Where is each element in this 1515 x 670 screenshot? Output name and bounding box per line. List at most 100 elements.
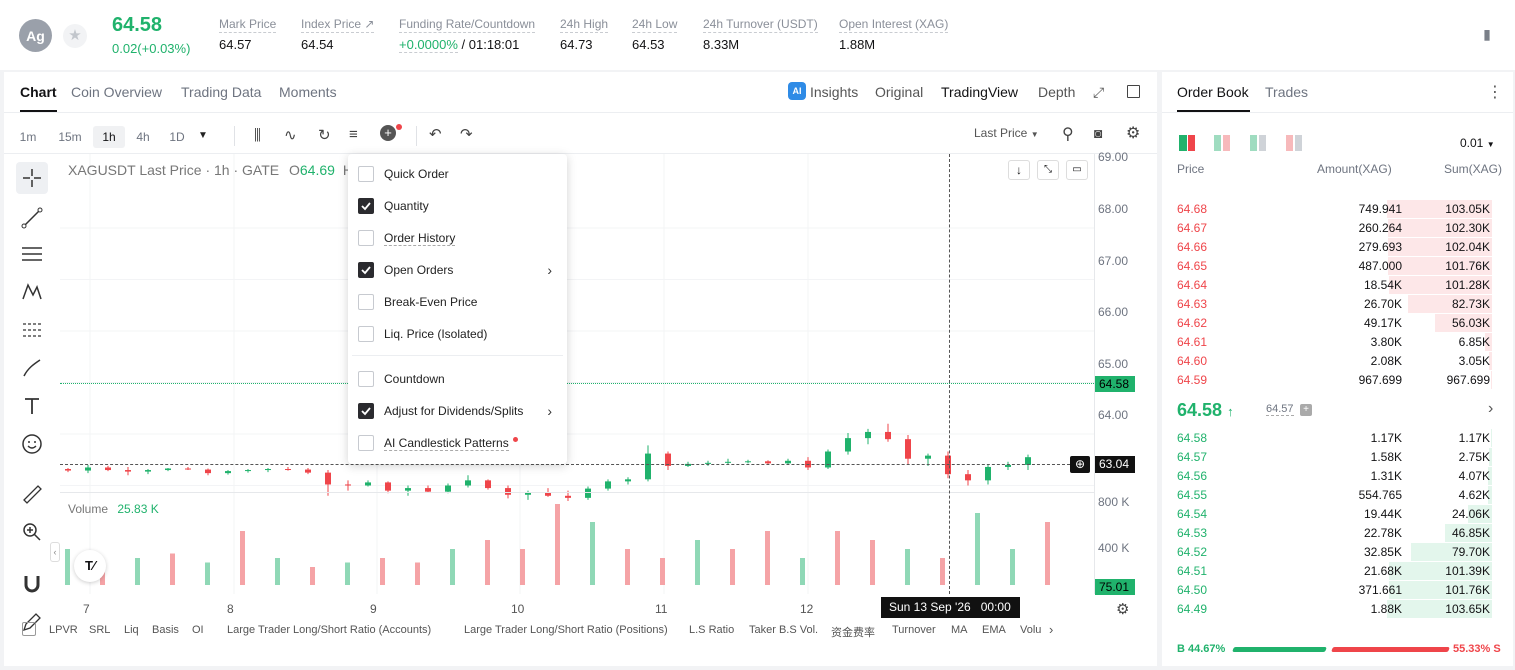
candle-type-icon[interactable]: ⫼ [254,127,261,144]
pattern-tool-icon[interactable] [16,276,48,308]
menu-item-quick-order[interactable]: Quick Order [358,162,558,186]
text-tool-icon[interactable] [16,390,48,422]
checkbox-checked[interactable] [358,198,374,214]
ask-row[interactable]: 64.64 18.54K 101.28K [1162,276,1502,295]
ask-row[interactable]: 64.59 967.699 967.699 [1162,371,1502,390]
bid-row[interactable]: 64.55 554.765 4.62K [1162,486,1502,505]
indicator-ls-positions[interactable]: Large Trader Long/Short Ratio (Positions… [464,624,668,636]
ask-row[interactable]: 64.66 279.693 102.04K [1162,238,1502,257]
ask-row[interactable]: 64.62 49.17K 56.03K [1162,314,1502,333]
bid-row[interactable]: 64.56 1.31K 4.07K [1162,467,1502,486]
book-view-split-icon[interactable] [1214,135,1230,151]
menu-item-liq-price[interactable]: Liq. Price (Isolated) [358,322,558,346]
book-icon[interactable]: ▮ [1478,26,1496,44]
checkbox[interactable] [358,230,374,246]
indicator-ema[interactable]: EMA [982,624,1006,636]
book-view-bids-icon[interactable] [1250,135,1266,151]
emoji-tool-icon[interactable] [16,428,48,460]
indicator-basis[interactable]: Basis [152,624,179,636]
undo-icon[interactable]: ↶ [429,125,442,143]
bid-row[interactable]: 64.52 32.85K 79.70K [1162,543,1502,562]
indicator-ma[interactable]: MA [951,624,968,636]
bid-row[interactable]: 64.49 1.88K 103.65K [1162,600,1502,619]
horizontal-lines-tool-icon[interactable] [16,238,48,270]
bid-row[interactable]: 64.57 1.58K 2.75K [1162,448,1502,467]
indicator-volume[interactable]: Volu [1020,624,1041,636]
timeframe-dropdown-icon[interactable]: ▼ [198,130,208,141]
tab-depth[interactable]: Depth [1038,84,1075,100]
ask-row[interactable]: 64.63 26.70K 82.73K [1162,295,1502,314]
camera-icon[interactable]: ◙ [1094,125,1102,141]
checkbox[interactable] [358,371,374,387]
redo-icon[interactable]: ↷ [460,125,473,143]
tab-moments[interactable]: Moments [279,84,337,100]
ask-row[interactable]: 64.67 260.264 102.30K [1162,219,1502,238]
window-icon[interactable] [1127,85,1140,98]
checkbox[interactable] [358,166,374,182]
indicator-lpvr[interactable]: LPVR [49,624,78,636]
tab-insights[interactable]: Insights [810,84,858,100]
bid-row[interactable]: 64.58 1.17K 1.17K [1162,429,1502,448]
price-source-dropdown[interactable]: Last Price ▼ [974,126,1039,140]
timeframe-4h[interactable]: 4h [130,126,156,148]
fit-icon[interactable]: ⤡ [1037,160,1059,180]
bid-row[interactable]: 64.54 19.44K 24.06K [1162,505,1502,524]
chevron-right-icon[interactable]: › [1488,400,1493,418]
timeframe-1d[interactable]: 1D [165,126,189,148]
tab-coin-overview[interactable]: Coin Overview [71,84,162,100]
ruler-tool-icon[interactable] [16,478,48,510]
indicator-scroll-right-icon[interactable]: › [1049,622,1053,637]
ask-row[interactable]: 64.65 487.000 101.76K [1162,257,1502,276]
precision-dropdown[interactable]: 0.01 ▼ [1460,136,1495,150]
ask-row[interactable]: 64.61 3.80K 6.85K [1162,333,1502,352]
bid-row[interactable]: 64.50 371.661 101.76K [1162,581,1502,600]
search-icon[interactable]: ⚲ [1062,124,1074,144]
indicator-liq[interactable]: Liq [124,624,139,636]
book-view-both-icon[interactable] [1179,135,1195,151]
ask-row[interactable]: 64.68 749.941 103.05K [1162,200,1502,219]
menu-item-adjust-dividends[interactable]: Adjust for Dividends/Splits › [358,399,558,423]
indicator-ls-accounts[interactable]: Large Trader Long/Short Ratio (Accounts) [227,624,431,636]
bid-row[interactable]: 64.51 21.68K 101.39K [1162,562,1502,581]
indicator-taker-vol[interactable]: Taker B.S Vol. [749,624,818,636]
fib-tool-icon[interactable] [16,314,48,346]
timeframe-1m[interactable]: 1m [14,126,42,148]
tab-trading-data[interactable]: Trading Data [181,84,261,100]
menu-item-quantity[interactable]: Quantity [358,194,558,218]
price-chart[interactable] [60,154,1094,594]
templates-icon[interactable]: ≡ [349,126,358,143]
indicator-srl[interactable]: SRL [89,624,110,636]
checkbox[interactable] [358,326,374,342]
settings-gear-icon[interactable]: ⚙ [1126,123,1140,143]
tab-original[interactable]: Original [875,84,923,100]
axis-settings-icon[interactable]: ⚙ [1116,600,1129,618]
tab-order-book[interactable]: Order Book [1177,84,1249,100]
book-view-asks-icon[interactable] [1286,135,1302,151]
menu-item-countdown[interactable]: Countdown [358,367,558,391]
checkbox-checked[interactable] [358,403,374,419]
menu-item-break-even[interactable]: Break-Even Price [358,290,558,314]
tab-tradingview[interactable]: TradingView [941,84,1018,100]
trendline-tool-icon[interactable] [16,202,48,234]
bid-row[interactable]: 64.53 22.78K 46.85K [1162,524,1502,543]
timeframe-1h[interactable]: 1h [93,126,125,148]
crosshair-tool-icon[interactable] [16,162,48,194]
favorite-star-icon[interactable]: ★ [63,24,87,48]
collapse-toolbar-icon[interactable]: ‹ [50,542,60,562]
magnet-tool-icon[interactable] [16,568,48,600]
menu-item-ai-patterns[interactable]: AI Candlestick Patterns [358,431,558,455]
checkbox-checked[interactable] [358,262,374,278]
menu-item-order-history[interactable]: Order History [358,226,558,250]
replay-icon[interactable]: ↻ [318,126,331,144]
checkbox[interactable] [358,435,374,451]
expand-icon[interactable]: ⤢ [1093,84,1104,101]
indicator-toggle-icon[interactable] [22,622,36,636]
ask-row[interactable]: 64.60 2.08K 3.05K [1162,352,1502,371]
timeframe-15m[interactable]: 15m [54,126,86,148]
tab-trades[interactable]: Trades [1265,84,1308,100]
stat-index-price[interactable]: Index Price ↗ 64.54 [301,17,375,52]
checkbox[interactable] [358,294,374,310]
indicators-icon[interactable]: ∿ [284,126,297,144]
tab-chart[interactable]: Chart [20,84,57,100]
indicator-funding-rate[interactable]: 资金费率 [831,624,875,640]
